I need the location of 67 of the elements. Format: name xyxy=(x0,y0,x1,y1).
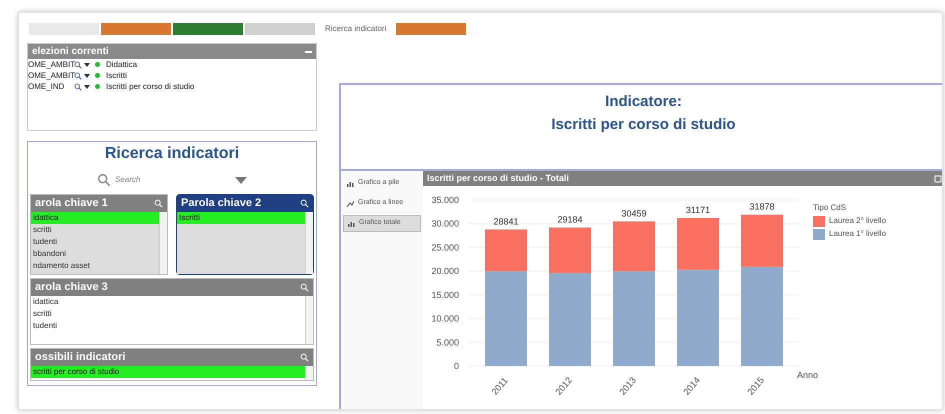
list-item[interactable]: Iscritti xyxy=(177,212,305,224)
indicator-name: Iscritti per corso di studio xyxy=(551,114,736,134)
bar-chart-icon xyxy=(348,220,355,226)
field-name: OME_AMBIT xyxy=(28,70,74,82)
value-label: 31878 xyxy=(749,202,775,212)
listbox-header: arola chiave 1 xyxy=(31,195,167,212)
list-item[interactable]: scritti per corso di studio xyxy=(31,366,305,378)
y-tick-label: 5.000 xyxy=(436,337,459,348)
bar-chart-icon xyxy=(347,180,354,186)
listbox-header: ossibili indicatori xyxy=(31,349,313,366)
legend-label: Laurea 2° livello xyxy=(829,215,886,227)
search-icon xyxy=(97,173,111,187)
value-label: 29184 xyxy=(557,214,583,224)
value-label: 30459 xyxy=(621,208,647,218)
y-tick-label: 30.000 xyxy=(431,218,459,229)
indicator-heading: Indicatore: xyxy=(605,92,682,112)
sheet-tab[interactable] xyxy=(173,23,243,35)
list-item[interactable]: ndamento asset xyxy=(31,260,159,272)
list-item[interactable]: tudenti xyxy=(31,236,159,248)
y-tick-label: 25.000 xyxy=(431,242,459,252)
list-item[interactable]: scritti xyxy=(31,308,305,320)
legend-title: Tipo CdS xyxy=(813,202,848,214)
value-label: 31171 xyxy=(686,205,710,216)
list-item[interactable]: idattica xyxy=(31,212,159,224)
list-item[interactable]: idattica xyxy=(31,296,305,308)
scrollbar[interactable] xyxy=(305,212,313,274)
list-item[interactable]: scritti xyxy=(31,224,159,236)
selection-value: Iscritti xyxy=(106,70,127,82)
panel-title: elezioni correnti xyxy=(32,45,109,59)
search-icon xyxy=(74,72,82,80)
search-field[interactable]: Search xyxy=(97,173,175,187)
search-icon xyxy=(74,60,82,68)
selection-value: Didattica xyxy=(106,58,138,70)
y-tick-label: 35.000 xyxy=(431,195,459,205)
y-tick-label: 20.000 xyxy=(431,266,459,276)
search-icon xyxy=(300,353,309,362)
y-tick-label: 0 xyxy=(454,361,459,371)
caret-icon[interactable] xyxy=(84,84,90,88)
search-input[interactable]: Search xyxy=(115,174,175,186)
sheet-tab[interactable] xyxy=(101,23,171,35)
x-axis-title: Anno xyxy=(797,370,818,380)
caret-icon[interactable] xyxy=(84,74,90,78)
search-icon xyxy=(300,199,309,208)
field-name: OME_AMBIT xyxy=(28,58,74,70)
legend-label: Laurea 1° livello xyxy=(829,228,886,240)
sheet-tab[interactable] xyxy=(245,23,315,35)
minimize-icon[interactable] xyxy=(305,50,312,52)
line-chart-icon xyxy=(347,200,354,206)
scrollbar[interactable] xyxy=(305,366,313,380)
chart-title: Iscritti per corso di studio - Totali xyxy=(427,172,569,185)
listbox-header: Parola chiave 2 xyxy=(177,195,313,212)
listbox-header: arola chiave 3 xyxy=(31,279,313,296)
selection-value: Iscritti per corso di studio xyxy=(106,80,194,92)
panel-title: Ricerca indicatori xyxy=(104,144,240,164)
field-name: OME_IND xyxy=(28,80,66,92)
caret-icon[interactable] xyxy=(84,62,90,66)
list-item[interactable]: bbandoni xyxy=(31,248,159,260)
search-icon xyxy=(154,199,163,208)
search-icon xyxy=(300,283,309,292)
y-tick-label: 15.000 xyxy=(431,290,459,300)
scrollbar[interactable] xyxy=(159,212,167,274)
value-label: 28841 xyxy=(493,216,519,226)
y-tick-label: 10.000 xyxy=(431,314,459,324)
scrollbar[interactable] xyxy=(305,296,313,344)
search-icon xyxy=(74,82,82,90)
sheet-tab[interactable] xyxy=(396,23,466,35)
list-item[interactable]: tudenti xyxy=(31,320,305,332)
